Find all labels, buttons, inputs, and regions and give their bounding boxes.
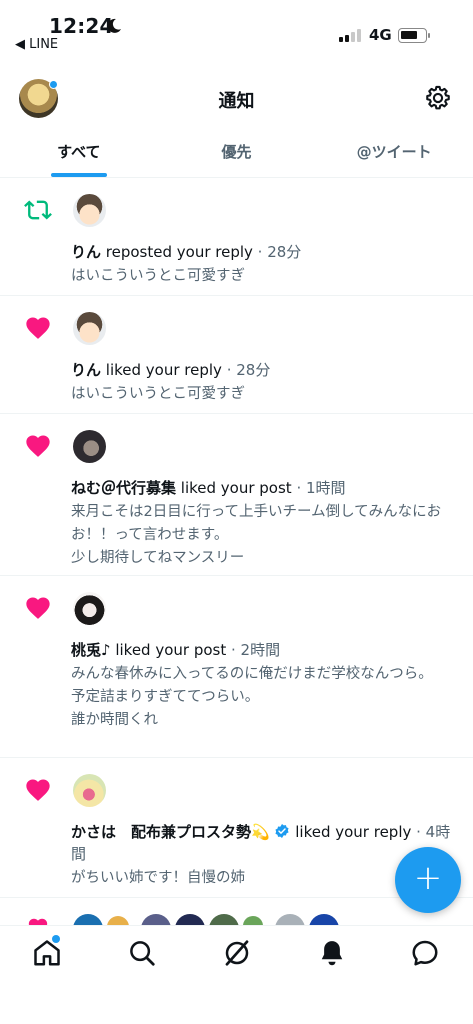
notification-headline: りん reposted your reply · 28分 xyxy=(71,241,301,262)
user-avatar[interactable] xyxy=(73,312,106,345)
status-time: 12:24 xyxy=(49,14,114,38)
user-avatar[interactable] xyxy=(73,430,106,463)
back-to-app-link[interactable]: ◀ LINE xyxy=(15,37,58,52)
top-app-bar: 通知 xyxy=(0,70,473,126)
user-name[interactable]: かさは 配布兼プロスタ勢💫 xyxy=(71,823,270,841)
user-avatar[interactable] xyxy=(275,914,305,925)
notification-item[interactable]: りん reposted your reply · 28分 はいこういうとこ可愛す… xyxy=(0,178,473,296)
notification-item[interactable]: りん liked your reply · 28分 はいこういうとこ可愛すぎ xyxy=(0,296,473,414)
tab-all[interactable]: すべて xyxy=(0,126,158,177)
notification-headline: 桃兎♪ liked your post · 2時間 xyxy=(71,639,280,660)
heart-icon xyxy=(26,597,50,619)
notification-item-partial[interactable] xyxy=(0,900,473,925)
tab-priority[interactable]: 優先 xyxy=(158,126,316,177)
user-avatar[interactable] xyxy=(243,916,263,925)
post-text: みんな春休みに入ってるのに俺だけまだ学校なんつら。 予定詰まりすぎててつらい。 … xyxy=(71,663,466,732)
notification-item[interactable]: 桃兎♪ liked your post · 2時間 みんな春休みに入ってるのに俺… xyxy=(0,576,473,758)
post-text-line: 少し期待してねマンスリー xyxy=(71,550,245,566)
action-text: liked your reply xyxy=(290,823,412,841)
notification-item[interactable]: ねむ＠代行募集 liked your post · 1時間 来月こそは2日目に行… xyxy=(0,414,473,576)
heart-icon xyxy=(26,779,50,801)
user-avatar[interactable] xyxy=(73,914,103,925)
tab-mentions[interactable]: @ツイート xyxy=(315,126,473,177)
user-avatar[interactable] xyxy=(309,914,339,925)
timestamp: · 2時間 xyxy=(226,641,281,659)
search-icon[interactable] xyxy=(127,938,157,968)
timestamp: · 28分 xyxy=(252,243,302,261)
user-name[interactable]: りん xyxy=(71,361,101,379)
compose-button[interactable]: + xyxy=(395,847,461,913)
user-avatar[interactable] xyxy=(73,774,106,807)
user-avatar[interactable] xyxy=(175,914,205,925)
user-name[interactable]: ねむ＠代行募集 xyxy=(71,479,176,497)
heart-icon xyxy=(28,918,48,925)
action-text: liked your post xyxy=(110,641,227,659)
post-text: はいこういうとこ可愛すぎ xyxy=(71,265,466,288)
grok-icon[interactable] xyxy=(222,938,252,968)
post-text-line: 誰か時間くれ xyxy=(71,712,158,728)
verified-badge-icon xyxy=(275,824,290,838)
post-text-line: はいこういうとこ可愛すぎ xyxy=(71,386,245,402)
action-text: liked your post xyxy=(176,479,292,497)
notifications-bell-icon[interactable] xyxy=(317,938,347,968)
notification-headline: ねむ＠代行募集 liked your post · 1時間 xyxy=(71,477,346,498)
user-avatar[interactable] xyxy=(209,914,239,925)
crescent-moon-icon xyxy=(107,18,121,33)
post-text-line: はいこういうとこ可愛すぎ xyxy=(71,268,245,284)
notification-tabs: すべて 優先 @ツイート xyxy=(0,126,473,178)
page-title: 通知 xyxy=(218,91,255,112)
home-unread-dot xyxy=(52,935,60,943)
settings-gear-icon[interactable] xyxy=(424,84,452,112)
repost-icon xyxy=(24,200,52,220)
notification-list: りん reposted your reply · 28分 はいこういうとこ可愛す… xyxy=(0,178,473,898)
heart-icon xyxy=(26,317,50,339)
post-text-line: 予定詰まりすぎててつらい。 xyxy=(71,689,260,705)
messages-icon[interactable] xyxy=(410,938,440,968)
post-text-line: みんな春休みに入ってるのに俺だけまだ学校なんつら。 xyxy=(71,666,433,682)
timestamp: · 28分 xyxy=(221,361,271,379)
user-avatar[interactable] xyxy=(107,916,129,925)
timestamp: · 1時間 xyxy=(291,479,346,497)
action-text: reposted your reply xyxy=(101,243,253,261)
post-text: はいこういうとこ可愛すぎ xyxy=(71,383,466,406)
user-name[interactable]: 桃兎♪ xyxy=(71,641,111,659)
battery-icon xyxy=(398,28,430,43)
user-name[interactable]: りん xyxy=(71,243,101,261)
user-avatar[interactable] xyxy=(73,592,106,625)
post-text-line: 来月こそは2日目に行って上手いチーム倒してみんなにおお！！って言わせます。 xyxy=(71,504,442,543)
user-avatar[interactable] xyxy=(73,194,106,227)
cellular-signal-icon xyxy=(339,29,361,42)
post-text: 来月こそは2日目に行って上手いチーム倒してみんなにおお！！って言わせます。 少し… xyxy=(71,501,466,570)
notification-headline: りん liked your reply · 28分 xyxy=(71,359,270,380)
bottom-navigation xyxy=(0,925,473,1024)
status-bar: 12:24 ◀ LINE 4G xyxy=(0,0,473,62)
user-avatar[interactable] xyxy=(141,914,171,925)
network-type: 4G xyxy=(369,26,392,44)
action-text: liked your reply xyxy=(101,361,222,379)
heart-icon xyxy=(26,435,50,457)
